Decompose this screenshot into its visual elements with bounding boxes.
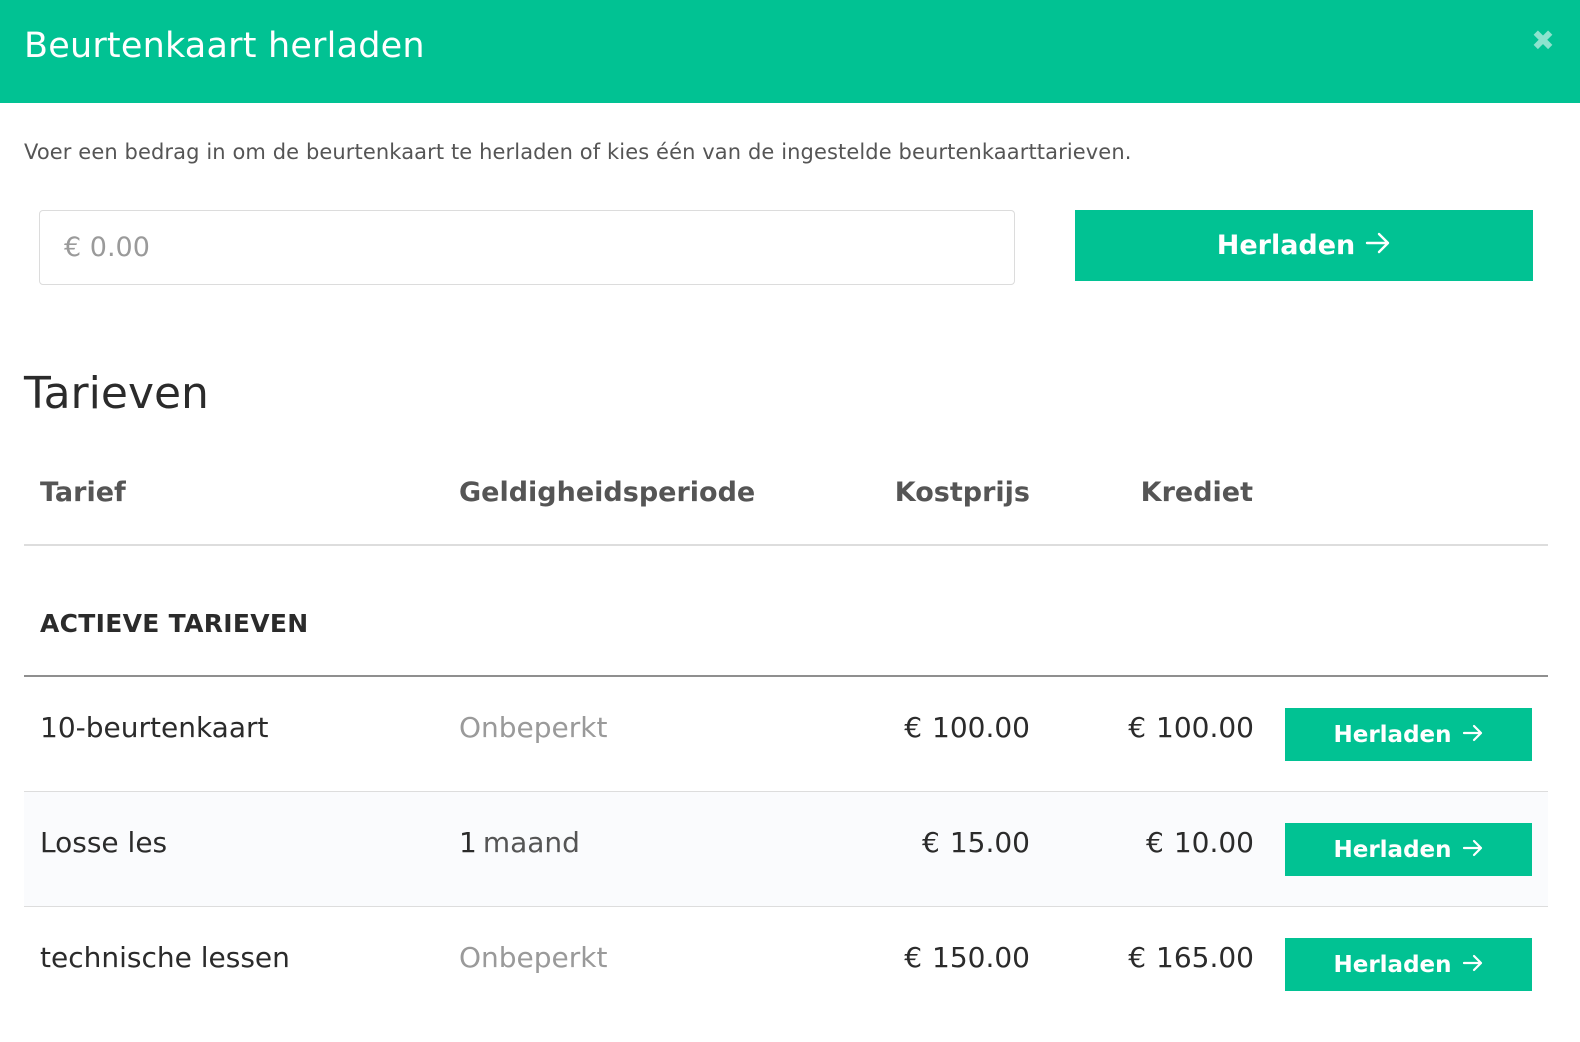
column-header-kostprijs[interactable]: Kostprijs (895, 476, 1030, 510)
modal-header: Beurtenkaart herladen ✖ (0, 0, 1580, 103)
row-herladen-button[interactable]: Herladen (1285, 708, 1532, 761)
currency-symbol: € (904, 711, 923, 744)
tarief-name: Losse les (40, 826, 168, 859)
geldigheid-value: 1 maand (459, 825, 580, 861)
group-label: ACTIEVE TARIEVEN (40, 609, 309, 638)
herladen-button[interactable]: Herladen (1075, 210, 1533, 281)
amount-input[interactable] (39, 210, 1015, 285)
geldigheid-value: Onbeperkt (459, 940, 608, 976)
credit-amount: 165.00 (1156, 941, 1254, 974)
herladen-button-label: Herladen (1216, 230, 1356, 261)
kostprijs-value: €100.00 (904, 710, 1030, 746)
period-value: Onbeperkt (459, 941, 608, 974)
section-title: Tarieven (24, 368, 209, 419)
row-herladen-label: Herladen (1333, 721, 1452, 748)
period-unit: maand (482, 826, 580, 859)
currency-symbol: € (1128, 941, 1147, 974)
kostprijs-value: €15.00 (922, 825, 1030, 861)
cost-amount: 15.00 (949, 826, 1030, 859)
intro-text: Voer een bedrag in om de beurtenkaart te… (24, 140, 1132, 164)
column-header-tarief[interactable]: Tarief (40, 476, 126, 510)
kostprijs-value: €150.00 (904, 940, 1030, 976)
krediet-value: €10.00 (1146, 825, 1254, 861)
currency-symbol: € (904, 941, 923, 974)
cost-amount: 100.00 (932, 711, 1030, 744)
close-icon[interactable]: ✖ (1528, 26, 1558, 56)
modal-title: Beurtenkaart herladen (24, 26, 425, 66)
header-divider (24, 544, 1548, 546)
column-header-krediet[interactable]: Krediet (1141, 476, 1253, 510)
period-value: Onbeperkt (459, 711, 608, 744)
table-row: 10-beurtenkaart Onbeperkt €100.00 €100.0… (24, 677, 1548, 792)
column-header-geldigheidsperiode[interactable]: Geldigheidsperiode (459, 476, 755, 510)
arrow-right-icon (1462, 837, 1484, 863)
krediet-value: €100.00 (1128, 710, 1254, 746)
currency-symbol: € (1146, 826, 1164, 859)
credit-amount: 100.00 (1156, 711, 1254, 744)
arrow-right-icon (1462, 952, 1484, 978)
currency-symbol: € (922, 826, 940, 859)
tarief-name: technische lessen (40, 941, 290, 974)
table-row: Losse les 1 maand €15.00 €10.00 Herladen (24, 792, 1548, 907)
arrow-right-icon (1462, 722, 1484, 748)
row-herladen-button[interactable]: Herladen (1285, 938, 1532, 991)
credit-amount: 10.00 (1173, 826, 1254, 859)
row-herladen-button[interactable]: Herladen (1285, 823, 1532, 876)
tarief-name: 10-beurtenkaart (40, 711, 269, 744)
period-value: 1 (459, 826, 477, 859)
krediet-value: €165.00 (1128, 940, 1254, 976)
geldigheid-value: Onbeperkt (459, 710, 608, 746)
row-herladen-label: Herladen (1333, 836, 1452, 863)
row-herladen-label: Herladen (1333, 951, 1452, 978)
table-row: technische lessen Onbeperkt €150.00 €165… (24, 907, 1548, 1022)
arrow-right-icon (1365, 230, 1391, 261)
cost-amount: 150.00 (932, 941, 1030, 974)
currency-symbol: € (1128, 711, 1147, 744)
